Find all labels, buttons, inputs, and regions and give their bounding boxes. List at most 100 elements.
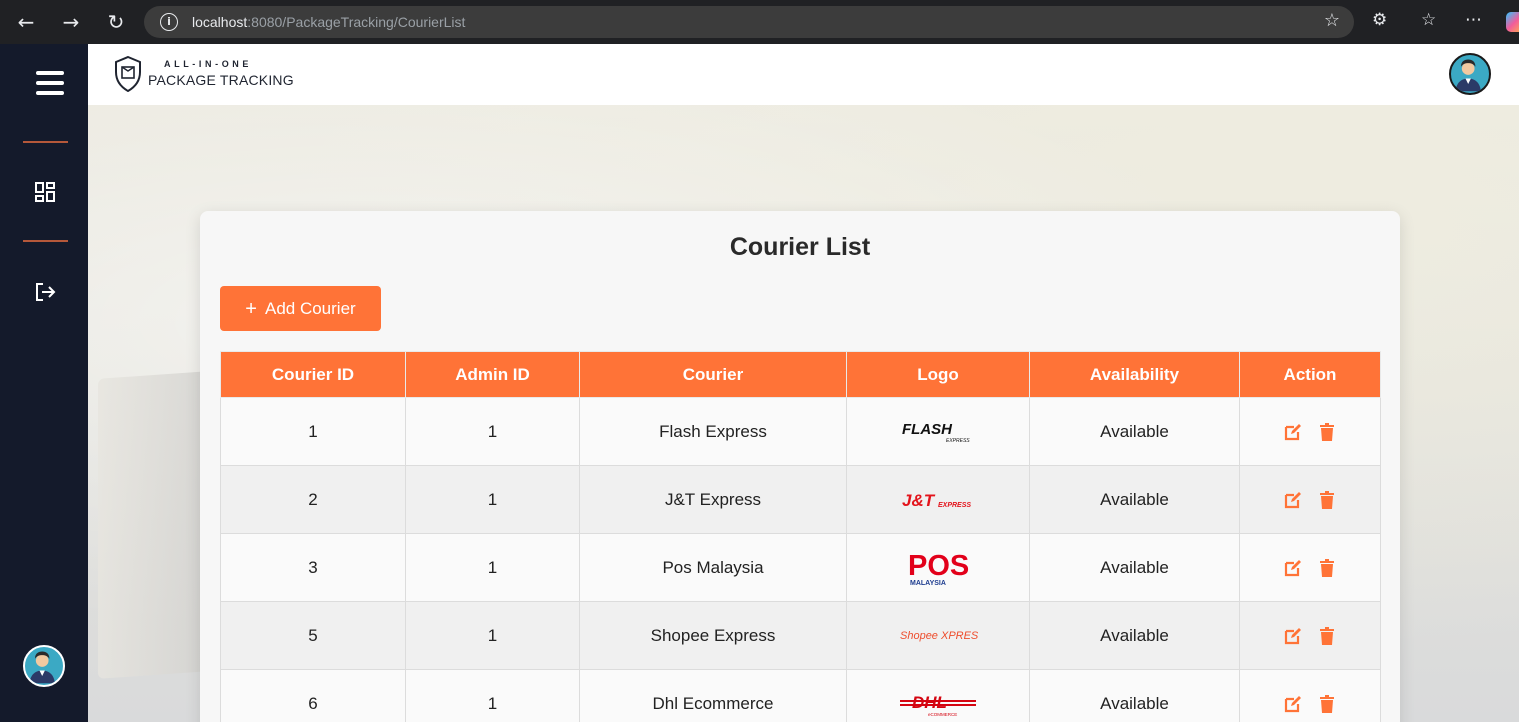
add-courier-button[interactable]: + Add Courier	[220, 286, 381, 331]
brand-logo-icon	[115, 56, 141, 92]
menu-icon[interactable]	[36, 71, 64, 95]
shopee-xpress-logo: Shopee XPRESS	[900, 630, 978, 642]
back-icon[interactable]: ←	[13, 9, 39, 35]
cell-courier-id: 5	[220, 601, 406, 670]
svg-text:DHL: DHL	[912, 693, 947, 712]
svg-text:Shopee XPRESS: Shopee XPRESS	[900, 630, 978, 642]
table-row: 1 1 Flash Express FLASH EXPRESS Availabl…	[220, 397, 1381, 466]
table-row: 2 1 J&T Express J&T EXPRESS Available	[220, 465, 1381, 534]
cell-courier-id: 2	[220, 465, 406, 534]
cell-courier: Pos Malaysia	[579, 533, 847, 602]
copilot-icon[interactable]	[1506, 12, 1519, 32]
courier-list-card: Courier List + Add Courier Courier ID Ad…	[200, 211, 1400, 722]
reload-icon[interactable]: ↻	[103, 9, 129, 35]
flash-express-logo: FLASH EXPRESS	[902, 421, 970, 444]
header-availability: Availability	[1029, 351, 1240, 398]
cell-availability: Available	[1029, 465, 1240, 534]
svg-text:J&T: J&T	[902, 491, 936, 510]
svg-text:EXPRESS: EXPRESS	[946, 438, 970, 444]
dhl-ecommerce-logo: DHL eCOMMERCE	[900, 693, 976, 717]
cell-courier: J&T Express	[579, 465, 847, 534]
header-admin-id: Admin ID	[405, 351, 580, 398]
cell-courier: Dhl Ecommerce	[579, 669, 847, 722]
edit-icon[interactable]	[1283, 694, 1303, 714]
cell-logo: J&T EXPRESS	[846, 465, 1030, 534]
delete-icon[interactable]	[1317, 694, 1337, 714]
brand-name: PACKAGE TRACKING	[148, 72, 294, 88]
header-logo: Logo	[846, 351, 1030, 398]
logout-icon[interactable]	[34, 281, 56, 303]
add-courier-label: Add Courier	[264, 298, 356, 318]
favorites-icon[interactable]: ☆	[1421, 10, 1436, 30]
background-package-image	[98, 371, 208, 679]
more-options-icon[interactable]: ⋯	[1465, 10, 1482, 30]
cell-admin-id: 1	[405, 601, 580, 670]
cell-logo: DHL eCOMMERCE	[846, 669, 1030, 722]
cell-courier-id: 1	[220, 397, 406, 466]
cell-admin-id: 1	[405, 669, 580, 722]
svg-text:EXPRESS: EXPRESS	[938, 502, 971, 509]
cell-action	[1239, 465, 1381, 534]
cell-availability: Available	[1029, 397, 1240, 466]
edit-icon[interactable]	[1283, 626, 1303, 646]
url-path: :8080/PackageTracking/CourierList	[247, 14, 466, 30]
jt-express-logo: J&T EXPRESS	[902, 491, 971, 510]
svg-text:POS: POS	[908, 550, 969, 582]
extensions-icon[interactable]: ⚙	[1372, 10, 1387, 30]
svg-text:MALAYSIA: MALAYSIA	[910, 580, 946, 587]
cell-courier: Shopee Express	[579, 601, 847, 670]
brand-tagline: ALL-IN-ONE	[164, 59, 252, 69]
forward-icon[interactable]: →	[58, 9, 84, 35]
delete-icon[interactable]	[1317, 422, 1337, 442]
cell-logo: POS MALAYSIA	[846, 533, 1030, 602]
profile-avatar[interactable]	[1449, 53, 1491, 95]
cell-courier: Flash Express	[579, 397, 847, 466]
cell-logo: Shopee XPRESS	[846, 601, 1030, 670]
pos-malaysia-logo: POS MALAYSIA	[908, 550, 969, 587]
plus-icon: +	[245, 297, 257, 320]
svg-text:eCOMMERCE: eCOMMERCE	[928, 712, 957, 717]
sidebar-divider	[23, 141, 68, 143]
cell-admin-id: 1	[405, 465, 580, 534]
header-action: Action	[1239, 351, 1381, 398]
edit-icon[interactable]	[1283, 422, 1303, 442]
browser-toolbar: ← → ↻ i localhost:8080/PackageTracking/C…	[0, 0, 1519, 44]
table-row: 5 1 Shopee Express Shopee XPRESS Availab…	[220, 601, 1381, 670]
address-bar[interactable]: i localhost:8080/PackageTracking/Courier…	[144, 6, 1354, 38]
cell-action	[1239, 397, 1381, 466]
url-host: localhost	[192, 14, 248, 30]
header-courier-id: Courier ID	[220, 351, 406, 398]
main-content: Courier List + Add Courier Courier ID Ad…	[88, 105, 1519, 722]
cell-action	[1239, 533, 1381, 602]
top-header: ALL-IN-ONE PACKAGE TRACKING	[88, 44, 1519, 105]
cell-courier-id: 3	[220, 533, 406, 602]
cell-logo: FLASH EXPRESS	[846, 397, 1030, 466]
cell-availability: Available	[1029, 533, 1240, 602]
site-info-icon[interactable]: i	[160, 13, 178, 31]
header-courier: Courier	[579, 351, 847, 398]
delete-icon[interactable]	[1317, 626, 1337, 646]
cell-courier-id: 6	[220, 669, 406, 722]
favorite-star-icon[interactable]: ☆	[1324, 10, 1340, 31]
edit-icon[interactable]	[1283, 558, 1303, 578]
cell-action	[1239, 601, 1381, 670]
sidebar	[0, 44, 88, 722]
cell-admin-id: 1	[405, 397, 580, 466]
edit-icon[interactable]	[1283, 490, 1303, 510]
delete-icon[interactable]	[1317, 490, 1337, 510]
cell-action	[1239, 669, 1381, 722]
cell-availability: Available	[1029, 601, 1240, 670]
table-row: 3 1 Pos Malaysia POS MALAYSIA Available	[220, 533, 1381, 602]
table-row: 6 1 Dhl Ecommerce DHL eCOMMERCE Availabl…	[220, 669, 1381, 722]
table-header-row: Courier ID Admin ID Courier Logo Availab…	[220, 351, 1381, 398]
url-text[interactable]: localhost:8080/PackageTracking/CourierLi…	[192, 14, 465, 30]
cell-availability: Available	[1029, 669, 1240, 722]
dashboard-icon[interactable]	[34, 181, 56, 203]
sidebar-divider	[23, 240, 68, 242]
courier-table: Courier ID Admin ID Courier Logo Availab…	[220, 351, 1381, 722]
delete-icon[interactable]	[1317, 558, 1337, 578]
svg-text:FLASH: FLASH	[902, 421, 953, 438]
page-title: Courier List	[729, 233, 871, 261]
user-avatar[interactable]	[23, 645, 65, 687]
cell-admin-id: 1	[405, 533, 580, 602]
